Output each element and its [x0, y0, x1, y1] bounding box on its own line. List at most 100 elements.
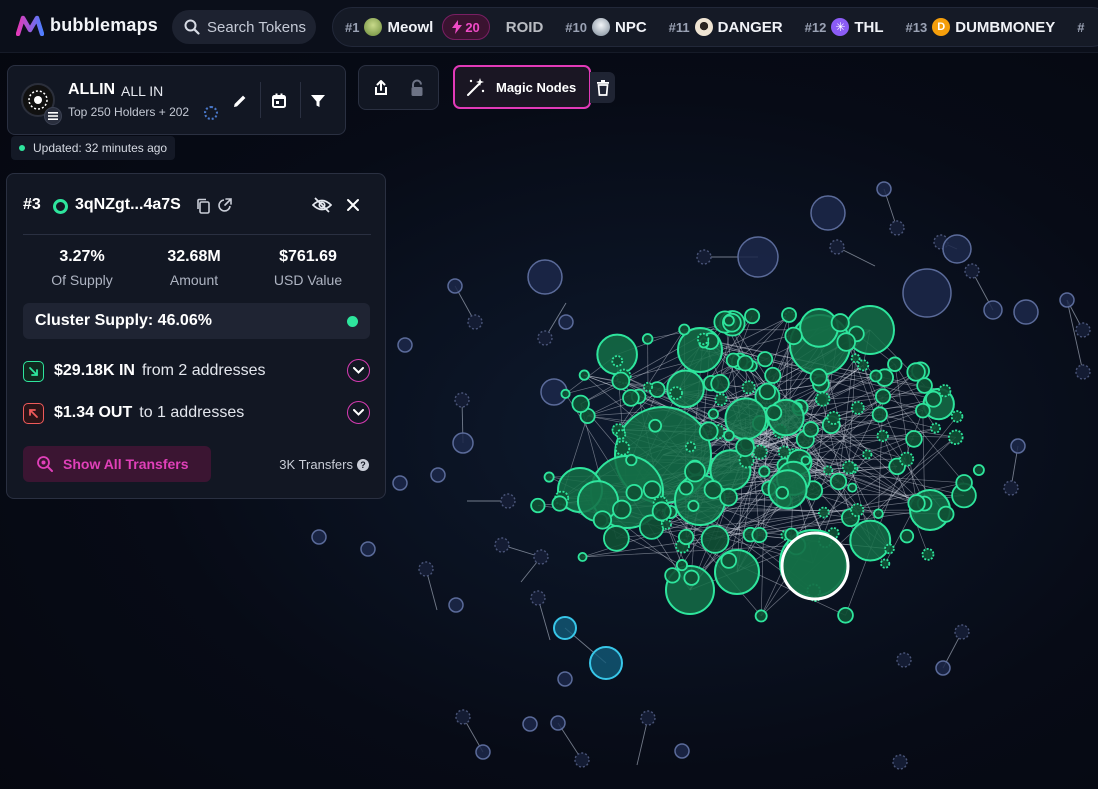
- graph-nodes[interactable]: [311, 181, 1091, 770]
- lock-button[interactable]: [404, 75, 430, 101]
- cluster-holder-bubble[interactable]: [876, 429, 889, 443]
- holder-bubble[interactable]: [1010, 438, 1026, 454]
- cluster-holder-bubble[interactable]: [714, 393, 728, 407]
- cluster-holder-bubble[interactable]: [899, 451, 915, 467]
- cluster-holder-bubble[interactable]: [799, 308, 839, 348]
- cluster-holder-bubble[interactable]: [622, 389, 640, 407]
- holder-bubble[interactable]: [876, 181, 892, 197]
- cluster-holder-bubble[interactable]: [871, 406, 888, 423]
- cluster-holder-bubble[interactable]: [765, 404, 783, 421]
- contract-bubble[interactable]: [467, 314, 483, 330]
- cluster-holder-bubble[interactable]: [720, 552, 738, 569]
- contract-bubble[interactable]: [530, 590, 546, 606]
- contract-bubble[interactable]: [696, 249, 712, 265]
- cluster-holder-bubble[interactable]: [703, 480, 723, 500]
- ticker-item-danger[interactable]: #11 DANGER: [669, 18, 783, 36]
- cluster-holder-bubble[interactable]: [577, 552, 588, 562]
- cluster-holder-bubble[interactable]: [937, 505, 955, 523]
- cluster-holder-bubble[interactable]: [698, 421, 719, 442]
- cluster-holder-bubble[interactable]: [849, 519, 892, 562]
- brand-logo[interactable]: bubblemaps: [16, 14, 158, 36]
- cluster-holder-bubble[interactable]: [809, 368, 828, 387]
- holder-bubble[interactable]: [475, 744, 491, 760]
- cluster-holder-bubble[interactable]: [950, 410, 964, 423]
- cluster-holder-bubble[interactable]: [800, 455, 811, 466]
- holder-bubble[interactable]: [810, 195, 846, 231]
- cluster-holder-bubble[interactable]: [578, 369, 590, 381]
- cluster-holder-bubble[interactable]: [874, 388, 892, 405]
- cluster-holder-bubble[interactable]: [642, 381, 653, 392]
- cluster-holder-bubble[interactable]: [603, 525, 630, 552]
- cluster-holder-bubble[interactable]: [543, 471, 555, 483]
- contract-bubble[interactable]: [889, 220, 905, 236]
- cluster-holder-bubble[interactable]: [642, 480, 662, 499]
- holder-bubble[interactable]: [452, 432, 474, 454]
- cluster-holder-bubble[interactable]: [723, 429, 735, 442]
- contract-bubble[interactable]: [455, 709, 471, 725]
- cluster-holder-bubble[interactable]: [887, 356, 903, 372]
- ticker-item-dumbmoney[interactable]: #13 D DUMBMONEY: [906, 18, 1055, 36]
- holder-bubble[interactable]: [983, 300, 1003, 320]
- cluster-holder-bubble[interactable]: [847, 482, 858, 493]
- cluster-holder-bubble[interactable]: [880, 558, 891, 569]
- cluster-holder-bubble[interactable]: [677, 528, 695, 546]
- wallet-address[interactable]: 3qNZgt...4a7S: [75, 196, 181, 214]
- cluster-holder-bubble[interactable]: [781, 307, 797, 323]
- cluster-holder-bubble[interactable]: [625, 453, 638, 467]
- edit-button[interactable]: [227, 88, 253, 114]
- cluster-holder-bubble[interactable]: [862, 449, 873, 460]
- cluster-holder-bubble[interactable]: [850, 503, 865, 518]
- cluster-holder-bubble[interactable]: [678, 323, 691, 336]
- cluster-holder-bubble[interactable]: [869, 369, 883, 383]
- cluster-holder-bubble[interactable]: [723, 314, 735, 327]
- cluster-holder-bubble[interactable]: [972, 464, 985, 477]
- contract-bubble[interactable]: [640, 710, 656, 726]
- cluster-holder-bubble[interactable]: [921, 547, 935, 561]
- holder-bubble[interactable]: [522, 716, 538, 732]
- cluster-holder-bubble[interactable]: [664, 567, 681, 584]
- cluster-holder-bubble[interactable]: [660, 518, 672, 530]
- cluster-holder-bubble[interactable]: [685, 441, 697, 453]
- holder-bubble[interactable]: [392, 475, 408, 491]
- cluster-holder-bubble[interactable]: [916, 377, 933, 394]
- help-icon[interactable]: ?: [357, 458, 369, 471]
- cluster-holder-bubble[interactable]: [592, 510, 613, 530]
- cluster-holder-bubble[interactable]: [758, 382, 776, 401]
- cluster-holder-bubble[interactable]: [675, 559, 689, 572]
- cluster-holder-bubble[interactable]: [736, 354, 754, 372]
- contract-bubble[interactable]: [494, 537, 510, 553]
- cluster-holder-bubble[interactable]: [641, 333, 654, 345]
- cluster-holder-bubble[interactable]: [551, 495, 568, 512]
- holder-bubble[interactable]: [360, 541, 376, 557]
- contract-bubble[interactable]: [500, 493, 516, 509]
- cluster-holder-bubble[interactable]: [751, 526, 768, 544]
- share-button[interactable]: [368, 75, 394, 101]
- cluster-supply-bar[interactable]: Cluster Supply: 46.06%: [23, 303, 370, 339]
- cluster-holder-bubble[interactable]: [857, 359, 870, 372]
- cluster-holder-bubble[interactable]: [784, 326, 803, 346]
- cluster-holder-bubble[interactable]: [719, 487, 738, 507]
- holder-bubble[interactable]: [447, 278, 463, 294]
- cluster-holder-bubble[interactable]: [710, 373, 730, 394]
- holder-bubble[interactable]: [430, 467, 446, 483]
- cluster-holder-bubble[interactable]: [915, 402, 931, 419]
- delete-magic-nodes-button[interactable]: [590, 72, 615, 103]
- cluster-holder-bubble[interactable]: [741, 380, 756, 395]
- cluster-holder-bubble[interactable]: [815, 391, 831, 407]
- holder-bubble[interactable]: [397, 337, 413, 353]
- cluster-holder-bubble[interactable]: [836, 332, 856, 352]
- cluster-holder-bubble[interactable]: [625, 483, 643, 502]
- holder-bubble[interactable]: [448, 597, 464, 613]
- cluster-holder-bubble[interactable]: [841, 460, 856, 475]
- holder-bubble[interactable]: [737, 236, 779, 278]
- highlighted-bubble[interactable]: [553, 616, 577, 640]
- contract-bubble[interactable]: [896, 652, 912, 668]
- hide-wallet-button[interactable]: [311, 196, 333, 214]
- contract-bubble[interactable]: [533, 549, 549, 565]
- cluster-holder-bubble[interactable]: [683, 569, 700, 586]
- holder-bubble[interactable]: [902, 268, 952, 318]
- cluster-holder-bubble[interactable]: [684, 460, 706, 483]
- holder-bubble[interactable]: [1059, 292, 1075, 308]
- contract-bubble[interactable]: [954, 624, 970, 640]
- contract-bubble[interactable]: [829, 239, 845, 255]
